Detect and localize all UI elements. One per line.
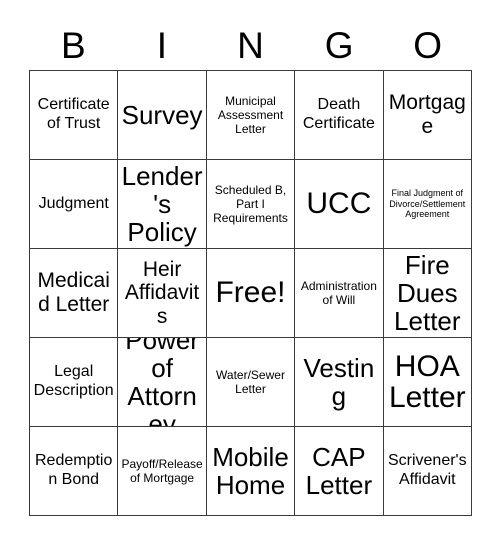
bingo-cell-label: CAP Letter — [305, 441, 373, 500]
bingo-cell-label: Vesting — [303, 352, 375, 411]
bingo-header-row: B I N G O — [29, 20, 472, 70]
bingo-cell-b1[interactable]: Certificate of Trust — [30, 71, 119, 160]
bingo-cell-label: Legal Description — [33, 363, 114, 399]
bingo-cell-b3[interactable]: Medicaid Letter — [30, 249, 119, 338]
bingo-cell-g1[interactable]: Death Certificate — [295, 71, 384, 160]
bingo-cell-label: Final Judgment of Divorce/Settlement Agr… — [389, 187, 466, 220]
bingo-cell-i5[interactable]: Payoff/Release of Mortgage — [118, 427, 207, 516]
bingo-cell-label: Administration of Will — [300, 278, 377, 307]
bingo-card: B I N G O Certificate of Trust Survey Mu… — [0, 0, 500, 544]
bingo-cell-b5[interactable]: Redemption Bond — [30, 427, 119, 516]
bingo-cell-b4[interactable]: Legal Description — [30, 338, 119, 427]
bingo-cell-g2[interactable]: UCC — [295, 160, 384, 249]
bingo-cell-label: Survey — [121, 99, 203, 130]
bingo-cell-o3[interactable]: Fire Dues Letter — [383, 249, 472, 338]
bingo-cell-i2[interactable]: Lender's Policy — [118, 160, 207, 249]
bingo-cell-label: Power of Attorney — [125, 338, 199, 427]
bingo-cell-label: Judgment — [38, 194, 109, 212]
bingo-cell-label: Lender's Policy — [121, 160, 203, 248]
bingo-cell-label: Scheduled B, Part I Requirements — [213, 182, 288, 226]
bingo-cell-label: Scrivener's Affidavit — [387, 452, 467, 488]
bingo-cell-o1[interactable]: Mortgage — [383, 71, 472, 160]
bingo-cell-n5[interactable]: Mobile Home — [206, 427, 296, 516]
bingo-cell-g5[interactable]: CAP Letter — [295, 427, 384, 516]
bingo-cell-label: Medicaid Letter — [37, 269, 110, 316]
bingo-cell-label: Payoff/Release of Mortgage — [121, 456, 203, 485]
bingo-cell-o4[interactable]: HOA Letter — [383, 338, 472, 427]
bingo-cell-label: Water/Sewer Letter — [216, 367, 285, 396]
bingo-cell-i4[interactable]: Power of Attorney — [118, 338, 207, 427]
bingo-cell-g4[interactable]: Vesting — [295, 338, 384, 427]
bingo-grid: Certificate of Trust Survey Municipal As… — [29, 70, 472, 516]
bingo-cell-b2[interactable]: Judgment — [30, 160, 119, 249]
bingo-cell-o5[interactable]: Scrivener's Affidavit — [383, 427, 472, 516]
bingo-cell-i1[interactable]: Survey — [118, 71, 207, 160]
header-letter-b: B — [60, 24, 86, 66]
bingo-cell-i3[interactable]: Heir Affidavits — [118, 249, 207, 338]
header-letter-o: O — [413, 24, 443, 66]
bingo-cell-label: Municipal Assessment Letter — [217, 93, 284, 137]
bingo-cell-label: Death Certificate — [302, 96, 375, 132]
header-letter-n: N — [237, 24, 264, 66]
bingo-cell-label: Fire Dues Letter — [394, 249, 461, 337]
bingo-cell-free-space[interactable]: Free! — [206, 249, 296, 338]
header-letter-i: I — [156, 24, 168, 66]
bingo-cell-label: Mobile Home — [212, 441, 289, 500]
bingo-cell-o2[interactable]: Final Judgment of Divorce/Settlement Agr… — [383, 160, 472, 249]
bingo-cell-n2[interactable]: Scheduled B, Part I Requirements — [206, 160, 296, 249]
bingo-cell-label: Heir Affidavits — [124, 257, 200, 328]
bingo-cell-n1[interactable]: Municipal Assessment Letter — [206, 71, 296, 160]
bingo-cell-n4[interactable]: Water/Sewer Letter — [206, 338, 296, 427]
bingo-cell-label: Free! — [215, 276, 286, 310]
bingo-cell-label: HOA Letter — [388, 349, 466, 414]
bingo-cell-label: Certificate of Trust — [37, 96, 110, 132]
bingo-cell-label: Mortgage — [388, 91, 466, 138]
bingo-cell-label: UCC — [306, 187, 372, 221]
bingo-cell-label: Redemption Bond — [35, 452, 113, 488]
header-letter-g: G — [324, 24, 354, 66]
bingo-cell-g3[interactable]: Administration of Will — [295, 249, 384, 338]
